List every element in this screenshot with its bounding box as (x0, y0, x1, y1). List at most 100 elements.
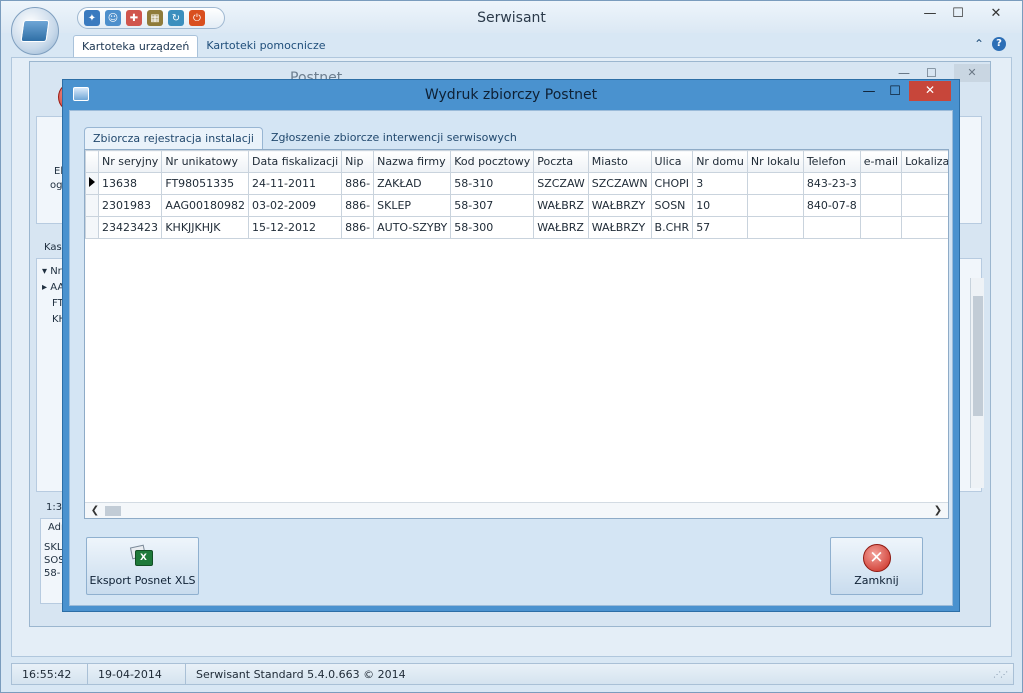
ribbon-tabs: Kartoteka urządzeń Kartoteki pomocnicze (73, 35, 333, 57)
table-cell[interactable]: 1 (901, 216, 948, 239)
table-cell[interactable]: 13638 (97, 172, 163, 195)
table-cell[interactable]: 3 (692, 172, 748, 195)
table-cell[interactable]: SKLEP (373, 194, 452, 217)
table-cell[interactable]: WAŁBRZ (533, 216, 589, 239)
tab-zbiorcza-rejestracja[interactable]: Zbiorcza rejestracja instalacji (84, 127, 263, 149)
scroll-right-icon[interactable]: ❯ (930, 504, 946, 518)
table-cell[interactable]: KHKJJKHJK (161, 216, 250, 239)
table-cell[interactable]: 886- (341, 216, 375, 239)
table-cell[interactable]: FT98051335 (161, 172, 250, 195)
dialog-maximize-button[interactable]: ☐ (883, 84, 907, 99)
column-header[interactable]: Data fiskalizacji (248, 150, 343, 173)
bg-minimize-button[interactable]: — (898, 66, 910, 80)
data-grid[interactable]: Nr seryjny Nr unikatowy Data fiskalizacji N… (84, 149, 949, 519)
calendar-icon[interactable]: ▦ (147, 10, 163, 26)
tab-kartoteka-urzadzen[interactable]: Kartoteka urządzeń (73, 35, 199, 57)
maximize-button[interactable]: ☐ (944, 5, 972, 25)
table-row[interactable]: 2301983 AAG00180982 03-02-2009 886- SKLEP 58-… (85, 194, 948, 217)
app-menu-orb[interactable] (11, 7, 59, 55)
tools-icon[interactable]: ✚ (126, 10, 142, 26)
scroll-thumb[interactable] (105, 506, 121, 516)
dialog-close-button[interactable]: ✕ (909, 81, 951, 101)
zamknij-button[interactable]: ✕ Zamknij (830, 537, 923, 595)
app-titlebar: Serwisant ✦ ☺ ✚ ▦ ↻ ⏻ — ☐ ✕ (1, 1, 1022, 33)
users-icon[interactable]: ☺ (105, 10, 121, 26)
status-bar: 16:55:42 19-04-2014 Serwisant Standard 5… (11, 663, 1014, 685)
table-cell[interactable]: SOSN (650, 194, 694, 217)
row-indicator[interactable] (85, 216, 99, 239)
table-cell[interactable]: 840-07-8 (802, 194, 861, 217)
table-cell[interactable]: 58-307 (450, 194, 535, 217)
table-cell[interactable]: AUTO-SZYBY (373, 216, 452, 239)
column-header[interactable]: Nazwa firmy (373, 150, 452, 173)
tab-zgloszenie-zbiorcze[interactable]: Zgłoszenie zbiorcze interwencji serwisow… (263, 127, 525, 149)
table-cell[interactable]: 886- (341, 194, 375, 217)
table-cell[interactable]: 58-310 (450, 172, 535, 195)
table-cell[interactable]: B.CHR (650, 216, 694, 239)
table-cell[interactable]: WAŁBRZY (587, 216, 652, 239)
table-cell[interactable]: 886- (341, 172, 375, 195)
row-indicator[interactable] (85, 172, 99, 195)
table-row[interactable]: 23423423 KHKJJKHJK 15-12-2012 886- AUTO-SZYB… (85, 216, 948, 239)
column-header[interactable]: Nr unikatowy (161, 150, 250, 173)
table-cell[interactable] (859, 216, 903, 239)
power-icon[interactable]: ⏻ (189, 10, 205, 26)
table-cell[interactable]: 843-23-3 (802, 172, 861, 195)
table-cell[interactable] (859, 194, 903, 217)
table-cell[interactable]: 0 (901, 194, 948, 217)
bg-vertical-scrollbar[interactable] (970, 278, 984, 488)
quick-access-toolbar: ✦ ☺ ✚ ▦ ↻ ⏻ (77, 7, 225, 29)
table-cell[interactable]: 2301983 (97, 194, 163, 217)
help-icon[interactable]: ? (992, 37, 1006, 51)
resize-grip-icon[interactable]: ⋰⋰ (993, 670, 1008, 679)
table-cell[interactable]: 1 (901, 172, 948, 195)
excel-export-icon: X (129, 544, 155, 568)
column-header[interactable]: e-mail (859, 150, 903, 173)
table-cell[interactable]: 23423423 (97, 216, 163, 239)
table-cell[interactable]: 57 (692, 216, 748, 239)
column-header[interactable]: Nr seryjny (97, 150, 163, 173)
table-cell[interactable]: CHOPI (650, 172, 694, 195)
column-header[interactable]: Nr lokalu (746, 150, 804, 173)
export-posnet-xls-button[interactable]: X Eksport Posnet XLS (86, 537, 199, 595)
refresh-icon[interactable]: ↻ (168, 10, 184, 26)
table-row[interactable]: 13638 FT98051335 24-11-2011 886- ZAKŁAD 58-31… (85, 172, 948, 195)
table-cell[interactable]: 58-300 (450, 216, 535, 239)
table-cell[interactable] (746, 172, 804, 195)
table-cell[interactable] (746, 194, 804, 217)
column-header[interactable]: Telefon (802, 150, 861, 173)
bg-fragment-kas: Kas (44, 242, 62, 253)
table-cell[interactable]: 10 (692, 194, 748, 217)
column-header[interactable]: Nr domu (692, 150, 748, 173)
column-header[interactable]: Lokalizacja (901, 150, 948, 173)
bg-scroll-thumb[interactable] (973, 296, 983, 416)
table-cell[interactable]: 24-11-2011 (248, 172, 343, 195)
table-cell[interactable] (746, 216, 804, 239)
column-header[interactable]: Kod pocztowy (450, 150, 535, 173)
collapse-ribbon-icon[interactable]: ⌃ (974, 37, 984, 51)
column-header[interactable]: Poczta (533, 150, 589, 173)
tab-kartoteki-pomocnicze[interactable]: Kartoteki pomocnicze (198, 35, 333, 57)
row-indicator[interactable] (85, 194, 99, 217)
dialog-minimize-button[interactable]: — (857, 84, 881, 99)
column-header[interactable]: Nip (341, 150, 375, 173)
table-cell[interactable] (802, 216, 861, 239)
bg-fragment-aa: ▸ AA (42, 282, 65, 293)
minimize-button[interactable]: — (916, 5, 944, 25)
table-cell[interactable]: 03-02-2009 (248, 194, 343, 217)
close-button[interactable]: ✕ (979, 5, 1013, 25)
table-cell[interactable] (859, 172, 903, 195)
table-cell[interactable]: WAŁBRZY (587, 194, 652, 217)
table-cell[interactable]: AAG00180982 (161, 194, 250, 217)
scroll-left-icon[interactable]: ❮ (87, 504, 103, 518)
save-icon[interactable]: ✦ (84, 10, 100, 26)
horizontal-scrollbar[interactable]: ❮ ❯ (85, 502, 948, 518)
table-cell[interactable]: 15-12-2012 (248, 216, 343, 239)
table-cell[interactable]: WAŁBRZ (533, 194, 589, 217)
column-header[interactable]: Miasto (587, 150, 652, 173)
table-cell[interactable]: SZCZAWN (587, 172, 652, 195)
bg-maximize-button[interactable]: ☐ (926, 66, 937, 80)
table-cell[interactable]: ZAKŁAD (373, 172, 452, 195)
column-header[interactable]: Ulica (650, 150, 694, 173)
table-cell[interactable]: SZCZAW (533, 172, 589, 195)
